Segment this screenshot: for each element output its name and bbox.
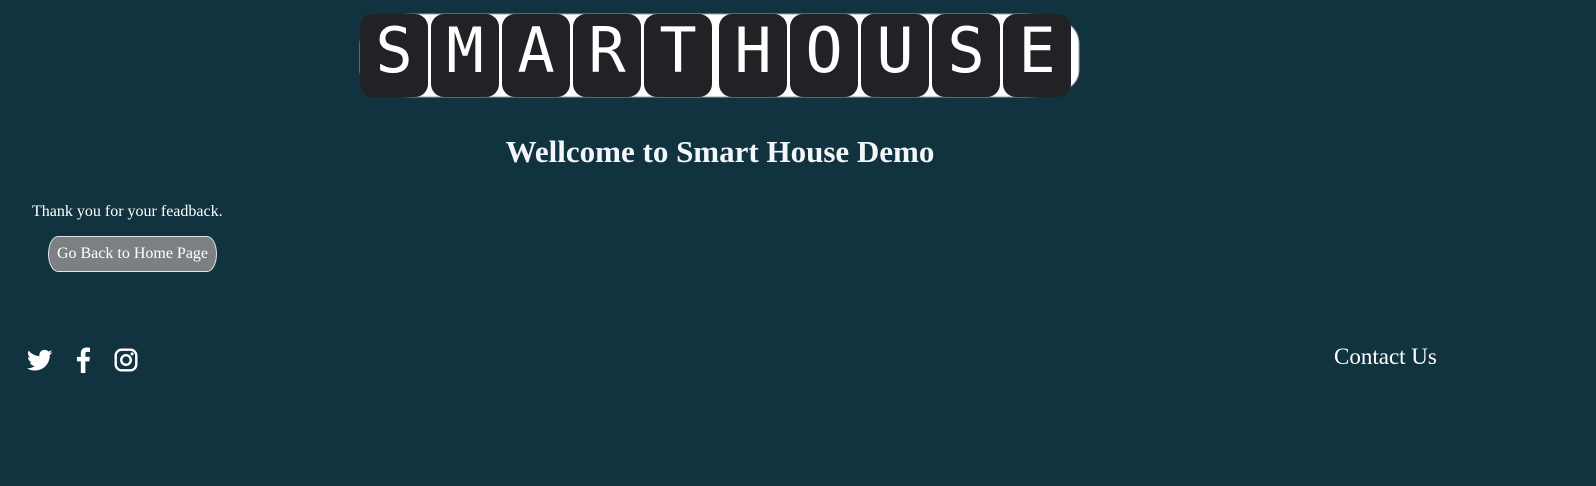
contact-us-link[interactable]: Contact Us <box>1334 342 1437 372</box>
logo-tile: A <box>502 14 570 97</box>
smart-house-logo: SMARTHOUSE <box>358 12 1081 99</box>
facebook-icon <box>76 347 91 373</box>
logo-tile: H <box>719 14 787 97</box>
logo-letter: S <box>947 14 984 87</box>
instagram-link[interactable] <box>113 347 139 373</box>
logo-tile: M <box>431 14 499 97</box>
feedback-message: Thank you for your feadback. <box>32 203 223 220</box>
social-links <box>27 347 156 373</box>
logo-tile: S <box>360 14 428 97</box>
twitter-icon <box>27 349 53 371</box>
logo-letter: T <box>659 14 696 87</box>
logo-letter: S <box>375 14 412 87</box>
twitter-link[interactable] <box>27 347 53 373</box>
logo-tile: O <box>790 14 858 97</box>
page-title: Wellcome to Smart House Demo <box>505 134 935 169</box>
logo-tile: S <box>932 14 1000 97</box>
logo-letter: A <box>517 14 554 87</box>
logo-tile: T <box>644 14 712 97</box>
logo-letter: R <box>588 14 626 87</box>
logo-tile: R <box>573 14 641 97</box>
logo-letter: H <box>734 14 771 87</box>
logo-tile: U <box>861 14 929 97</box>
logo-letter: O <box>805 14 842 87</box>
logo-tile: E <box>1003 14 1071 97</box>
instagram-icon <box>114 348 138 372</box>
logo-letter: E <box>1018 14 1055 87</box>
go-back-home-button[interactable]: Go Back to Home Page <box>48 236 217 272</box>
facebook-link[interactable] <box>70 347 96 373</box>
logo-letter: M <box>446 14 483 87</box>
logo-letter: U <box>876 14 913 87</box>
